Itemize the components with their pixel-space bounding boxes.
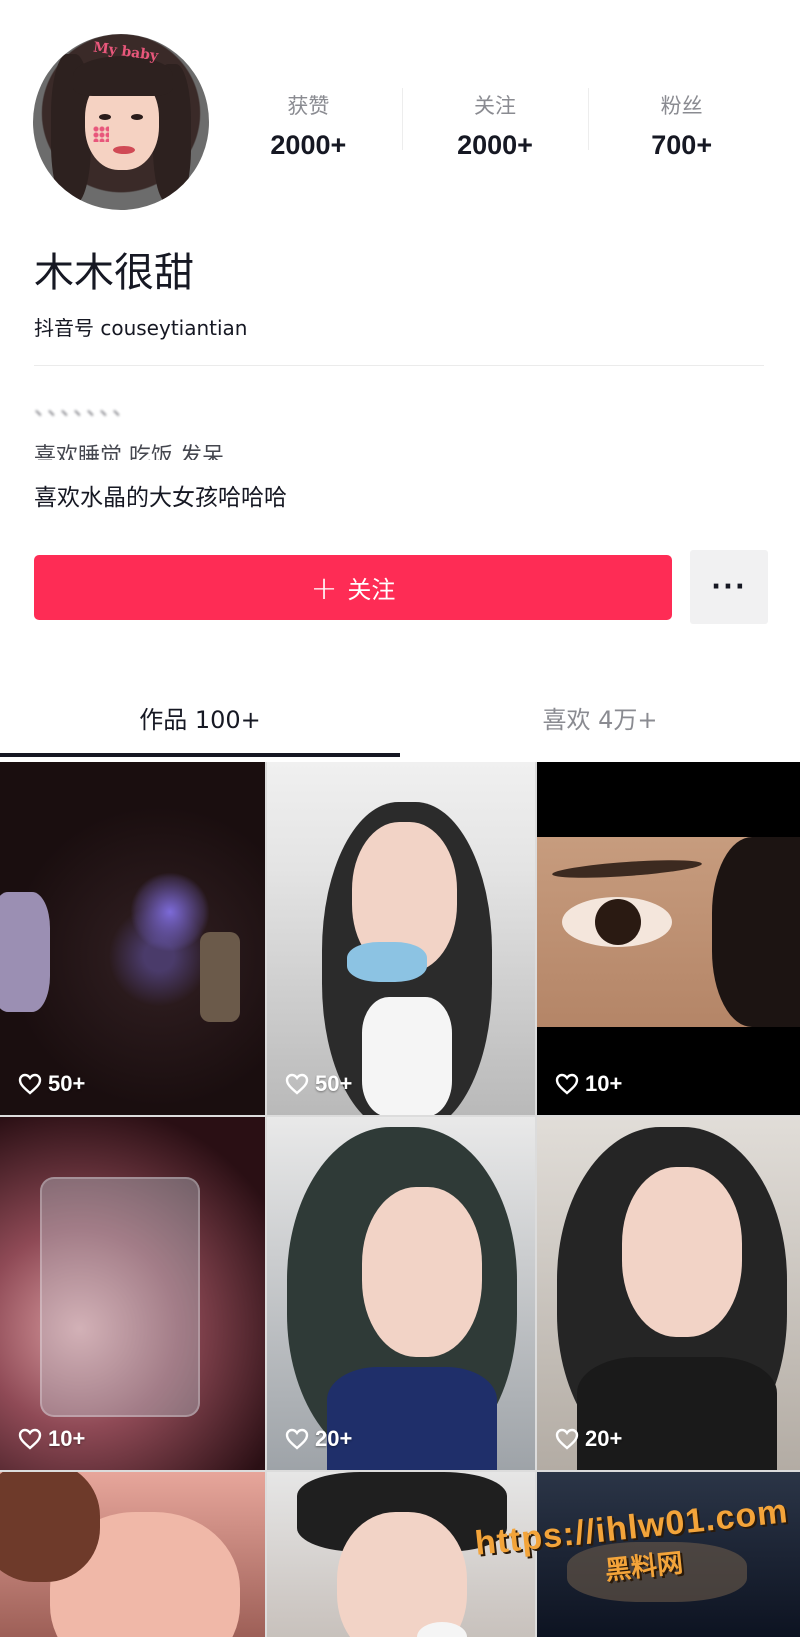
stat-following-label: 关注 [474,94,516,118]
thumb-shape [200,932,240,1022]
stat-likes[interactable]: 获赞 2000+ [215,86,402,176]
stat-followers-label: 粉丝 [660,94,703,118]
like-count-text: 10+ [585,1071,623,1096]
video-like-count: 50+ [18,1071,85,1097]
like-count-text: 20+ [315,1426,353,1451]
video-thumbnail[interactable]: 10+ [537,762,800,1115]
video-thumbnail[interactable]: 10+ [0,1117,265,1470]
avatar-lips [113,146,135,154]
tab-active-indicator [0,753,400,757]
video-thumbnail[interactable]: 20+ [537,1117,800,1470]
thumb-shape [595,899,641,945]
video-like-count: 10+ [18,1426,85,1452]
video-like-count: 20+ [555,1426,622,1452]
video-like-count: 10+ [555,1071,622,1097]
bio-line-3: 喜欢水晶的大女孩哈哈哈 [34,485,287,511]
thumb-shape [362,997,452,1115]
like-count-text: 50+ [315,1071,353,1096]
profile-header: My baby 获赞 2000+ 关注 2000+ 粉丝 700+ 木木很甜 抖… [0,0,800,760]
tab-works[interactable]: 作品 100+ [0,670,400,760]
video-thumbnail[interactable] [0,1472,265,1637]
like-count-text: 10+ [48,1426,86,1451]
heart-icon [18,1073,42,1095]
stat-followers-value: 700+ [651,130,713,160]
thumb-shape [577,1357,777,1470]
thumb-shape [0,892,50,1012]
avatar-bangs [73,56,173,96]
video-thumbnail[interactable]: 50+ [267,762,535,1115]
heart-icon [555,1073,579,1095]
profile-tabs: 作品 100+ 喜欢 4万+ [0,670,800,760]
avatar-heart-dots [93,126,109,142]
follow-button[interactable]: + 关注 [34,555,672,620]
stat-following[interactable]: 关注 2000+ [401,86,589,176]
thumb-shape [327,1367,497,1470]
like-count-text: 50+ [48,1071,86,1096]
thumb-shape [40,1177,200,1417]
more-icon: ··· [711,572,747,602]
avatar-eye-right [131,114,143,120]
bio-line-2: 喜欢睡觉 吃饭 发呆 [34,444,224,460]
avatar[interactable]: My baby [33,34,209,210]
video-thumbnail[interactable]: 20+ [267,1117,535,1470]
stat-followers[interactable]: 粉丝 700+ [588,86,775,176]
profile-douyin-id: 抖音号 couseytiantian [34,316,248,340]
profile-stats: 获赞 2000+ 关注 2000+ 粉丝 700+ [215,86,775,176]
thumb-shape [362,1187,482,1357]
plus-icon: + [310,568,338,607]
thumb-shape [347,942,427,982]
avatar-eye-left [99,114,111,120]
stat-following-value: 2000+ [457,130,533,160]
heart-icon [555,1428,579,1450]
thumb-shape [130,872,210,952]
video-like-count: 20+ [285,1426,352,1452]
heart-icon [18,1428,42,1450]
video-thumbnail[interactable]: 50+ [0,762,265,1115]
bio-line-1: 、、、、、、、 [34,396,137,421]
thumb-shape [712,837,800,1027]
heart-icon [285,1073,309,1095]
profile-divider [34,365,764,366]
heart-icon [285,1428,309,1450]
video-like-count: 50+ [285,1071,352,1097]
tab-liked[interactable]: 喜欢 4万+ [400,670,800,760]
like-count-text: 20+ [585,1426,623,1451]
profile-nickname: 木木很甜 [34,250,194,296]
stat-likes-value: 2000+ [270,130,347,160]
follow-button-label: 关注 [347,576,396,604]
stat-likes-label: 获赞 [287,94,330,118]
thumb-shape [622,1167,742,1337]
more-options-button[interactable]: ··· [690,550,768,624]
